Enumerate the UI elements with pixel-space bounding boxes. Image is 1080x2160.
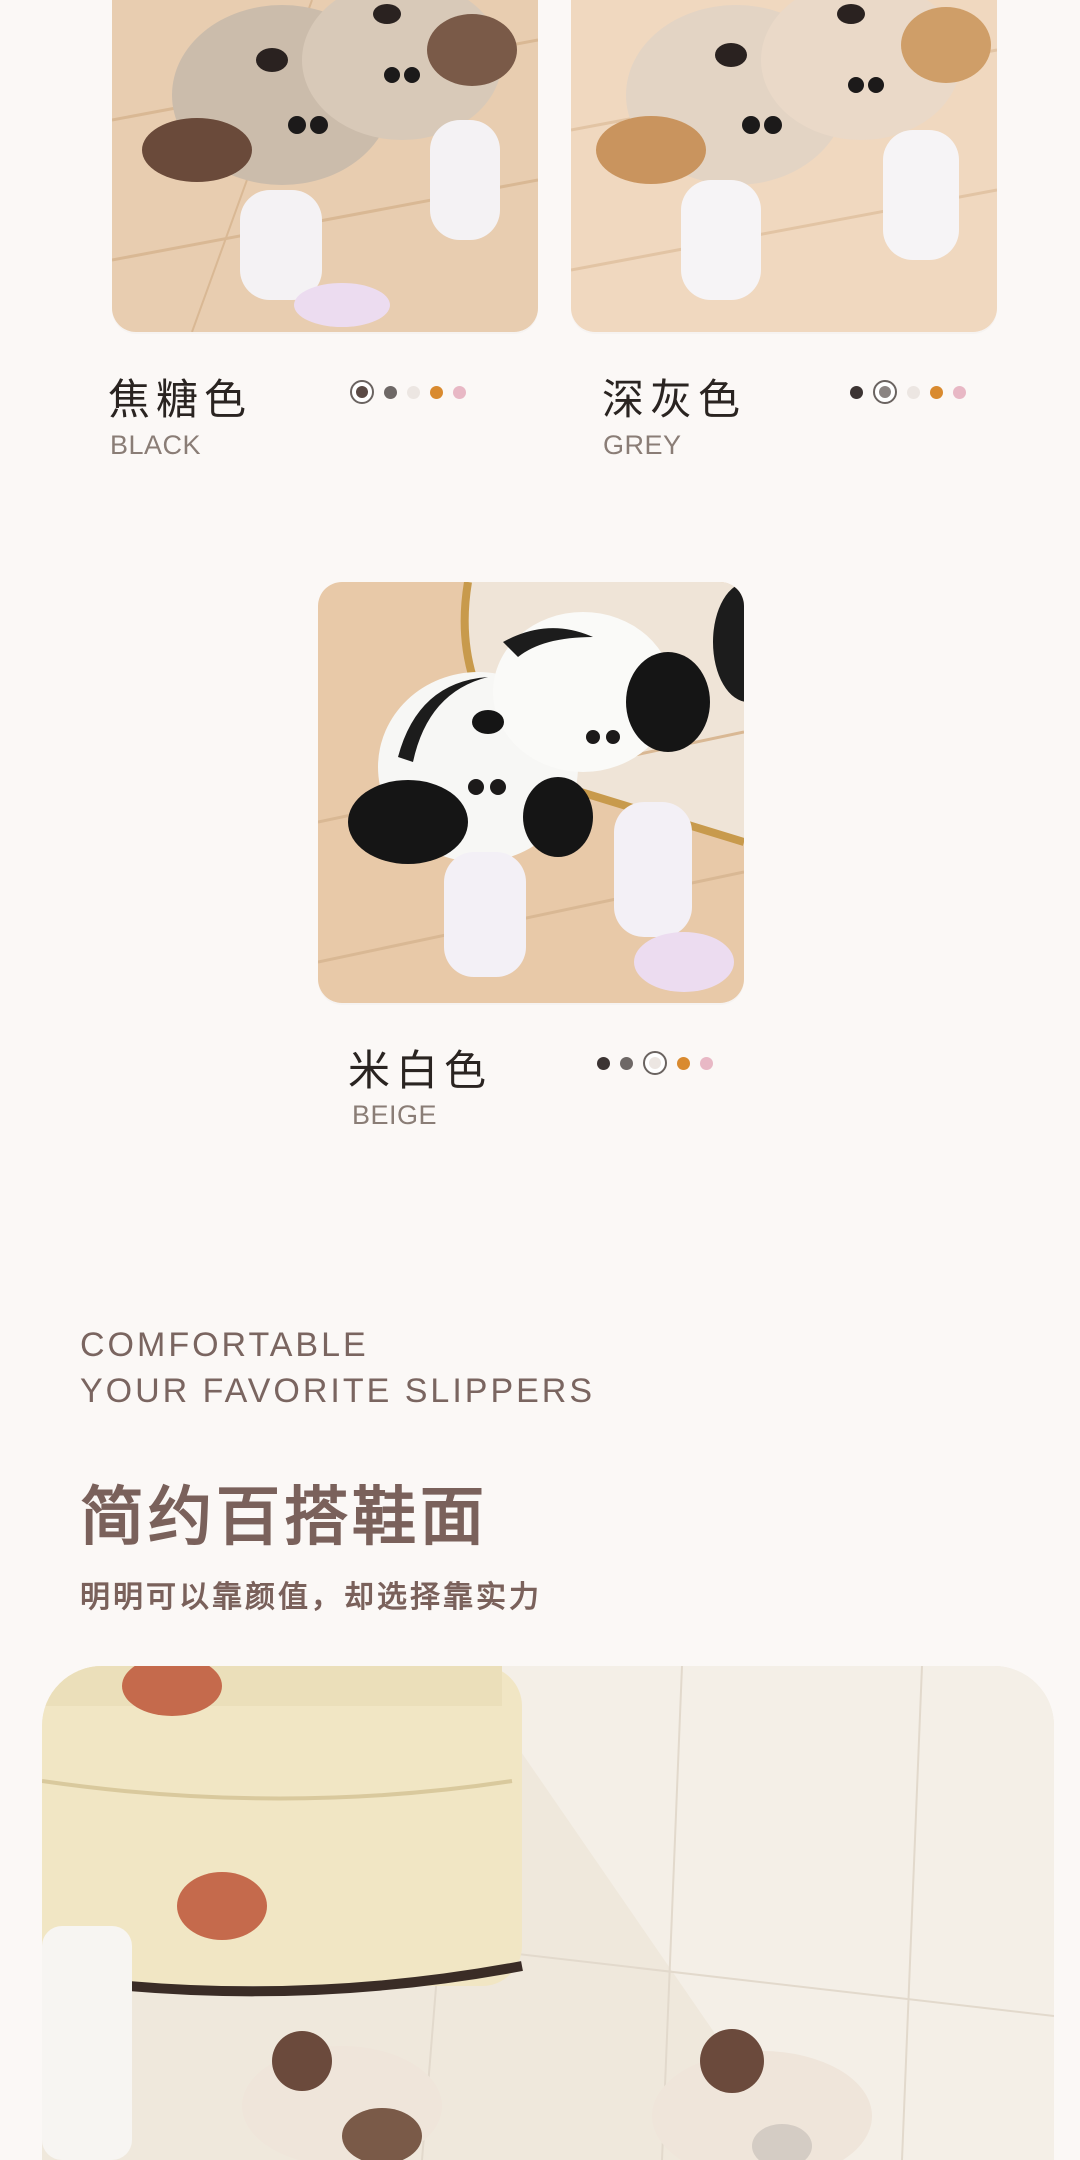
swatch-1[interactable] xyxy=(350,380,374,404)
variant-photo-grey[interactable] xyxy=(571,0,997,332)
variant-photo-beige[interactable] xyxy=(318,582,744,1003)
swatch-3[interactable] xyxy=(407,385,420,399)
headline-en-line2: YOUR FAVORITE SLIPPERS xyxy=(80,1372,596,1410)
variant-name-cn: 焦糖色 xyxy=(108,375,253,424)
swatch-2[interactable] xyxy=(620,1056,633,1070)
headline-en-line1: COMFORTABLE xyxy=(80,1326,369,1364)
variant-name-en: BEIGE xyxy=(352,1100,438,1130)
swatch-4[interactable] xyxy=(430,385,443,399)
swatch-5[interactable] xyxy=(453,385,466,399)
color-swatches xyxy=(597,1049,713,1077)
swatch-5[interactable] xyxy=(953,385,966,399)
swatch-3[interactable] xyxy=(907,385,920,399)
swatch-2[interactable] xyxy=(873,380,897,404)
headline-cn-title: 简约百搭鞋面 xyxy=(80,1481,488,1555)
swatch-2[interactable] xyxy=(384,385,397,399)
swatch-5[interactable] xyxy=(700,1056,713,1070)
headline-cn-tagline: 明明可以靠颜值，却选择靠实力 xyxy=(80,1580,542,1615)
swatch-1[interactable] xyxy=(597,1056,610,1070)
color-swatches xyxy=(850,378,966,406)
swatch-4[interactable] xyxy=(677,1056,690,1070)
variant-name-en: BLACK xyxy=(110,430,202,460)
variant-photo-caramel[interactable] xyxy=(112,0,538,332)
variant-name-en: GREY xyxy=(603,430,682,460)
variant-name-cn: 深灰色 xyxy=(602,375,747,424)
swatch-1[interactable] xyxy=(850,385,863,399)
lifestyle-photo xyxy=(42,1666,1054,2160)
swatch-4[interactable] xyxy=(930,385,943,399)
color-swatches xyxy=(350,378,466,406)
swatch-3[interactable] xyxy=(643,1051,667,1075)
variant-name-cn: 米白色 xyxy=(348,1046,493,1095)
product-detail-page: 焦糖色 BLACK 深灰色 GREY 米白色 BEIGE COMFORTABLE… xyxy=(0,0,1080,2160)
